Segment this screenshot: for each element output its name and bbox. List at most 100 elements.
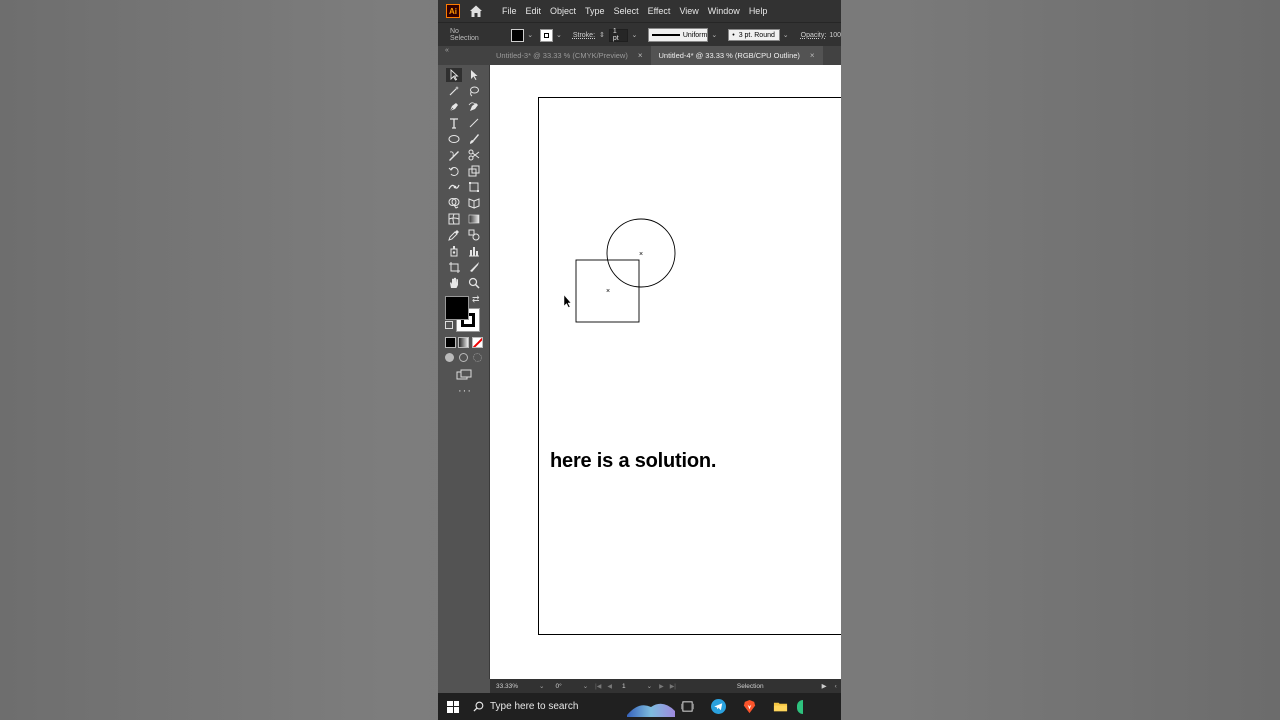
first-artboard-icon[interactable]: |◀ (595, 683, 601, 690)
perspective-grid-tool-icon[interactable] (466, 196, 482, 210)
collapse-panel-icon[interactable]: « (445, 47, 449, 54)
document-tabs: « Untitled-3* @ 33.33 % (CMYK/Preview) ×… (438, 46, 841, 65)
task-view-icon[interactable] (679, 699, 695, 715)
windows-start-icon[interactable] (447, 700, 459, 713)
zoom-level-field[interactable]: 33.33% (493, 681, 521, 691)
menu-effect[interactable]: Effect (648, 6, 671, 16)
zoom-tool-icon[interactable] (466, 276, 482, 290)
direct-selection-tool-icon[interactable] (466, 68, 482, 82)
chevron-down-icon[interactable]: ⌄ (583, 682, 588, 690)
edge-partial-icon[interactable] (797, 699, 803, 714)
rotation-field[interactable]: 0° (553, 681, 565, 691)
stroke-weight-field[interactable]: 1 pt (608, 28, 629, 42)
play-icon[interactable]: ▶ (822, 682, 827, 690)
hand-tool-icon[interactable] (446, 276, 462, 290)
scale-tool-icon[interactable] (466, 164, 482, 178)
artboard-tool-icon[interactable] (446, 260, 462, 274)
symbol-sprayer-tool-icon[interactable] (446, 244, 462, 258)
opacity-field[interactable]: 100 (829, 32, 841, 39)
slice-tool-icon[interactable] (466, 260, 482, 274)
free-transform-tool-icon[interactable] (466, 180, 482, 194)
brave-icon[interactable] (741, 699, 757, 715)
menu-object[interactable]: Object (550, 6, 576, 16)
circle-center-point: × (639, 251, 643, 258)
home-icon[interactable] (468, 3, 484, 19)
fill-color-box[interactable] (445, 296, 469, 320)
artboard-number-field[interactable]: 1 (619, 681, 629, 691)
chevron-down-icon[interactable]: ⌄ (711, 31, 717, 39)
taskbar-search-box[interactable]: Type here to search (473, 701, 633, 712)
last-artboard-icon[interactable]: ▶| (670, 683, 676, 690)
chevron-down-icon[interactable]: ⌄ (631, 31, 637, 39)
more-tools-icon[interactable]: ··· (458, 385, 472, 397)
tab-untitled-4[interactable]: Untitled-4* @ 33.33 % (RGB/CPU Outline) … (650, 46, 823, 65)
tab-label: Untitled-3* @ 33.33 % (CMYK/Preview) (496, 51, 628, 60)
file-explorer-icon[interactable] (772, 699, 788, 715)
chevron-down-icon[interactable]: ⌄ (527, 31, 533, 39)
mesh-tool-icon[interactable] (446, 212, 462, 226)
blend-tool-icon[interactable] (466, 228, 482, 242)
search-placeholder: Type here to search (490, 701, 579, 712)
telegram-icon[interactable] (710, 699, 726, 715)
eyedropper-tool-icon[interactable] (446, 228, 462, 242)
chevron-down-icon[interactable]: ⌄ (647, 682, 652, 690)
opacity-label[interactable]: Opacity: (801, 32, 827, 39)
magic-wand-tool-icon[interactable] (446, 84, 462, 98)
status-bar: 33.33% ⌄ 0° ⌄ |◀ ◀ 1 ⌄ ▶ ▶| Selection ▶ … (490, 679, 841, 693)
default-colors-icon[interactable] (445, 321, 453, 329)
menu-help[interactable]: Help (749, 6, 768, 16)
chevron-down-icon[interactable]: ⌄ (783, 31, 789, 39)
color-mode-icon[interactable] (445, 337, 456, 348)
none-mode-icon[interactable] (472, 337, 483, 348)
close-icon[interactable]: × (638, 51, 643, 60)
stroke-stepper-icon[interactable]: ⇕ (599, 31, 605, 39)
chevron-down-icon[interactable]: ⌄ (539, 682, 544, 690)
rotate-tool-icon[interactable] (446, 164, 462, 178)
stroke-label[interactable]: Stroke: (573, 32, 595, 39)
ellipse-tool-icon[interactable] (446, 132, 462, 146)
profile-line-icon (652, 34, 680, 36)
stroke-swatch[interactable] (540, 28, 553, 42)
caption-text: here is a solution. (550, 450, 717, 472)
puppet-warp-tool-icon[interactable] (446, 180, 462, 194)
close-icon[interactable]: × (810, 51, 815, 60)
status-menu-icon[interactable]: ‹ (835, 683, 837, 690)
paintbrush-tool-icon[interactable] (466, 132, 482, 146)
type-tool-icon[interactable] (446, 116, 462, 130)
tools-panel: ⇄ ··· (438, 65, 490, 679)
line-tool-icon[interactable] (466, 116, 482, 130)
chevron-down-icon[interactable]: ⌄ (556, 31, 562, 39)
draw-behind-icon[interactable] (459, 353, 468, 362)
lasso-tool-icon[interactable] (466, 84, 482, 98)
menu-type[interactable]: Type (585, 6, 605, 16)
scissors-tool-icon[interactable] (466, 148, 482, 162)
tab-untitled-3[interactable]: Untitled-3* @ 33.33 % (CMYK/Preview) × (488, 46, 651, 65)
brush-label: 3 pt. Round (738, 31, 775, 39)
previous-artboard-icon[interactable]: ◀ (607, 683, 612, 690)
menu-edit[interactable]: Edit (526, 6, 542, 16)
gradient-mode-icon[interactable] (458, 337, 469, 348)
menu-window[interactable]: Window (708, 6, 740, 16)
draw-inside-icon[interactable] (473, 353, 482, 362)
menu-select[interactable]: Select (614, 6, 639, 16)
variable-width-profile[interactable]: Uniform (648, 28, 709, 42)
menu-view[interactable]: View (679, 6, 698, 16)
curvature-tool-icon[interactable] (466, 100, 482, 114)
canvas-area[interactable]: × × here is a solution. (490, 65, 841, 679)
fill-swatch[interactable] (511, 28, 525, 42)
control-bar: No Selection ⌄ ⌄ Stroke: ⇕ 1 pt ⌄ Unifor… (438, 22, 841, 47)
column-graph-tool-icon[interactable] (466, 244, 482, 258)
illustrator-logo: Ai (446, 4, 460, 18)
search-icon (473, 701, 484, 712)
draw-normal-icon[interactable] (445, 353, 454, 362)
next-artboard-icon[interactable]: ▶ (659, 683, 664, 690)
brush-definition[interactable]: • 3 pt. Round (728, 29, 780, 41)
shaper-tool-icon[interactable] (446, 148, 462, 162)
menu-file[interactable]: File (502, 6, 517, 16)
selection-tool-icon[interactable] (446, 68, 462, 82)
swap-colors-icon[interactable]: ⇄ (472, 294, 480, 305)
pen-tool-icon[interactable] (446, 100, 462, 114)
shape-builder-tool-icon[interactable] (446, 196, 462, 210)
gradient-tool-icon[interactable] (466, 212, 482, 226)
screen-mode-icon[interactable] (456, 369, 472, 381)
